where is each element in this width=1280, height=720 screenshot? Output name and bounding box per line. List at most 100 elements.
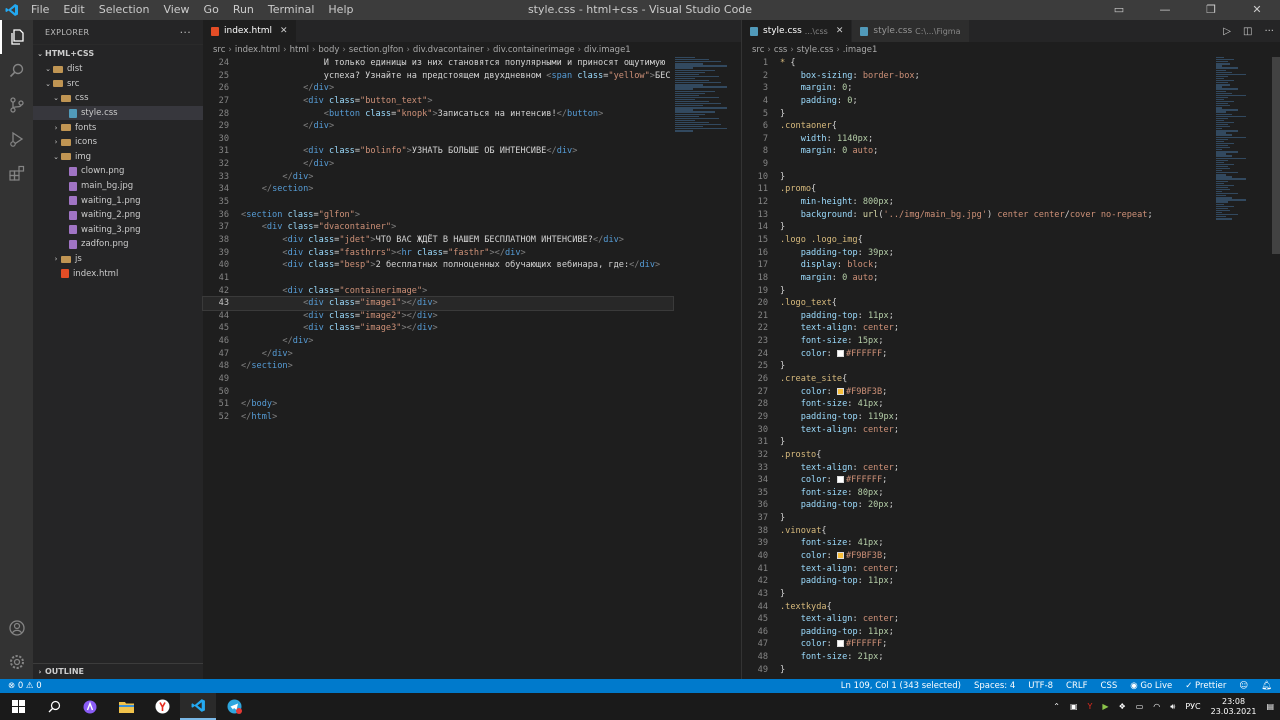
code-line[interactable]: 1 * {	[742, 57, 1212, 70]
menu-item-selection[interactable]: Selection	[92, 0, 157, 20]
encoding[interactable]: UTF-8	[1028, 681, 1053, 691]
line-endings[interactable]: CRLF	[1066, 681, 1087, 691]
breadcrumb-item[interactable]: src	[752, 45, 764, 55]
code-line[interactable]: 36 padding-top: 20px;	[742, 499, 1212, 512]
code-line[interactable]: 40 color: #F9BF3B;	[742, 550, 1212, 563]
menu-item-go[interactable]: Go	[197, 0, 226, 20]
vscode-logo-icon[interactable]	[0, 0, 24, 20]
tree-item[interactable]: ⌄ src	[33, 77, 203, 92]
tree-item[interactable]: › js	[33, 252, 203, 267]
run-icon[interactable]: ▷	[1223, 26, 1231, 37]
outline-section[interactable]: › OUTLINE	[33, 663, 203, 679]
code-line[interactable]: 49}	[742, 664, 1212, 677]
tree-item[interactable]: ⌄ css	[33, 91, 203, 106]
code-line[interactable]: 12 min-height: 800px;	[742, 196, 1212, 209]
code-line[interactable]: 14}	[742, 221, 1212, 234]
keyboard-language[interactable]: РУС	[1185, 702, 1200, 711]
tree-item[interactable]: ⌄ img	[33, 150, 203, 165]
code-line[interactable]: 52 </html>	[203, 411, 673, 424]
code-line[interactable]: 34 color: #FFFFFF;	[742, 474, 1212, 487]
code-line[interactable]: 46 padding-top: 11px;	[742, 626, 1212, 639]
code-area-left[interactable]: 24 И только единицы из них становятся по…	[202, 57, 674, 424]
code-line[interactable]: 27 color: #F9BF3B;	[742, 386, 1212, 399]
run-debug-icon[interactable]	[0, 122, 33, 156]
breadcrumb-item[interactable]: src	[213, 45, 225, 55]
code-line[interactable]: 43}	[742, 588, 1212, 601]
code-line[interactable]: 37}	[742, 512, 1212, 525]
code-line[interactable]: 3 margin: 0;	[742, 82, 1212, 95]
code-line[interactable]: 19}	[742, 285, 1212, 298]
tree-item[interactable]: zadfon.png	[33, 237, 203, 252]
breadcrumb-item[interactable]: section.glfon	[349, 45, 404, 55]
menu-item-file[interactable]: File	[24, 0, 56, 20]
tray-app-icon[interactable]: ▶	[1102, 702, 1108, 711]
settings-gear-icon[interactable]	[0, 645, 33, 679]
notifications-icon[interactable]: 🔔︎	[1261, 681, 1272, 691]
code-line[interactable]: 24 И только единицы из них становятся по…	[203, 57, 673, 70]
tree-item[interactable]: waiting_3.png	[33, 223, 203, 238]
search-icon[interactable]	[0, 54, 33, 88]
code-line[interactable]: 30 text-align: center;	[742, 424, 1212, 437]
tree-item[interactable]: clown.png	[33, 164, 203, 179]
source-control-icon[interactable]	[0, 88, 33, 122]
tree-item[interactable]: style.css	[33, 105, 203, 121]
color-swatch[interactable]	[836, 640, 844, 648]
workspace-folder[interactable]: ⌄ HTML+CSS	[33, 44, 203, 62]
code-line[interactable]: 17 display: block;	[742, 259, 1212, 272]
code-line[interactable]: 33 </div>	[203, 171, 673, 184]
code-line[interactable]: 50	[203, 386, 673, 399]
code-line[interactable]: 48 </section>	[203, 360, 673, 373]
code-line[interactable]: 5}	[742, 108, 1212, 121]
code-line[interactable]: 48 font-size: 21px;	[742, 651, 1212, 664]
language-mode[interactable]: CSS	[1101, 681, 1118, 691]
explorer-icon[interactable]	[0, 20, 33, 54]
code-line[interactable]: 29 padding-top: 119px;	[742, 411, 1212, 424]
color-swatch[interactable]	[836, 551, 844, 559]
code-line[interactable]: 2 box-sizing: border-box;	[742, 70, 1212, 83]
indentation[interactable]: Spaces: 4	[974, 681, 1015, 691]
telegram-icon[interactable]	[216, 693, 252, 720]
code-line[interactable]: 36 <section class="glfon">	[203, 209, 673, 222]
close-icon[interactable]: ✕	[836, 26, 844, 36]
color-swatch[interactable]	[836, 349, 844, 357]
code-line[interactable]: 22 text-align: center;	[742, 322, 1212, 335]
notification-center-icon[interactable]: ▤	[1266, 702, 1274, 711]
minimap-left[interactable]	[675, 57, 737, 137]
network-icon[interactable]: ▭	[1136, 702, 1144, 711]
code-line[interactable]: 27 <div class="button_text">	[203, 95, 673, 108]
scrollbar-right[interactable]	[1272, 57, 1280, 254]
code-line[interactable]: 43 <div class="image1"></div>	[202, 296, 674, 311]
tray-app-icon[interactable]: ▣	[1070, 702, 1078, 711]
breadcrumb-item[interactable]: div.image1	[584, 45, 631, 55]
layout-icon[interactable]: ▭	[1096, 0, 1142, 20]
minimize-button[interactable]: —	[1142, 0, 1188, 20]
close-icon[interactable]: ✕	[280, 26, 288, 36]
code-line[interactable]: 35 font-size: 80px;	[742, 487, 1212, 500]
code-line[interactable]: 38 <div class="jdet">ЧТО ВАС ЖДЁТ В НАШЕ…	[203, 234, 673, 247]
breadcrumb-item[interactable]: style.css	[797, 45, 834, 55]
tab-style-css[interactable]: style.css C:\...\Figma	[852, 20, 970, 42]
breadcrumb-item[interactable]: div.dvacontainer	[413, 45, 484, 55]
code-line[interactable]: 16 padding-top: 39px;	[742, 247, 1212, 260]
code-line[interactable]: 46 </div>	[203, 335, 673, 348]
code-line[interactable]: 29 </div>	[203, 120, 673, 133]
code-line[interactable]: 7 width: 1140px;	[742, 133, 1212, 146]
volume-icon[interactable]: 🔊︎	[1170, 702, 1175, 712]
code-line[interactable]: 37 <div class="dvacontainer">	[203, 221, 673, 234]
code-line[interactable]: 32 </div>	[203, 158, 673, 171]
color-swatch[interactable]	[836, 387, 844, 395]
file-explorer-icon[interactable]	[108, 693, 144, 720]
minimap-right[interactable]	[1216, 57, 1278, 227]
code-line[interactable]: 44 .textkyda{	[742, 601, 1212, 614]
code-line[interactable]: 21 padding-top: 11px;	[742, 310, 1212, 323]
code-line[interactable]: 41 text-align: center;	[742, 563, 1212, 576]
code-line[interactable]: 28 font-size: 41px;	[742, 398, 1212, 411]
account-icon[interactable]	[0, 611, 33, 645]
tray-chevron-up-icon[interactable]: ⌃	[1053, 702, 1060, 711]
code-line[interactable]: 45 <div class="image3"></div>	[203, 322, 673, 335]
code-line[interactable]: 25}	[742, 360, 1212, 373]
menu-item-help[interactable]: Help	[321, 0, 360, 20]
tree-item[interactable]: main_bg.jpg	[33, 179, 203, 194]
code-line[interactable]: 39 font-size: 41px;	[742, 537, 1212, 550]
code-line[interactable]: 9	[742, 158, 1212, 171]
